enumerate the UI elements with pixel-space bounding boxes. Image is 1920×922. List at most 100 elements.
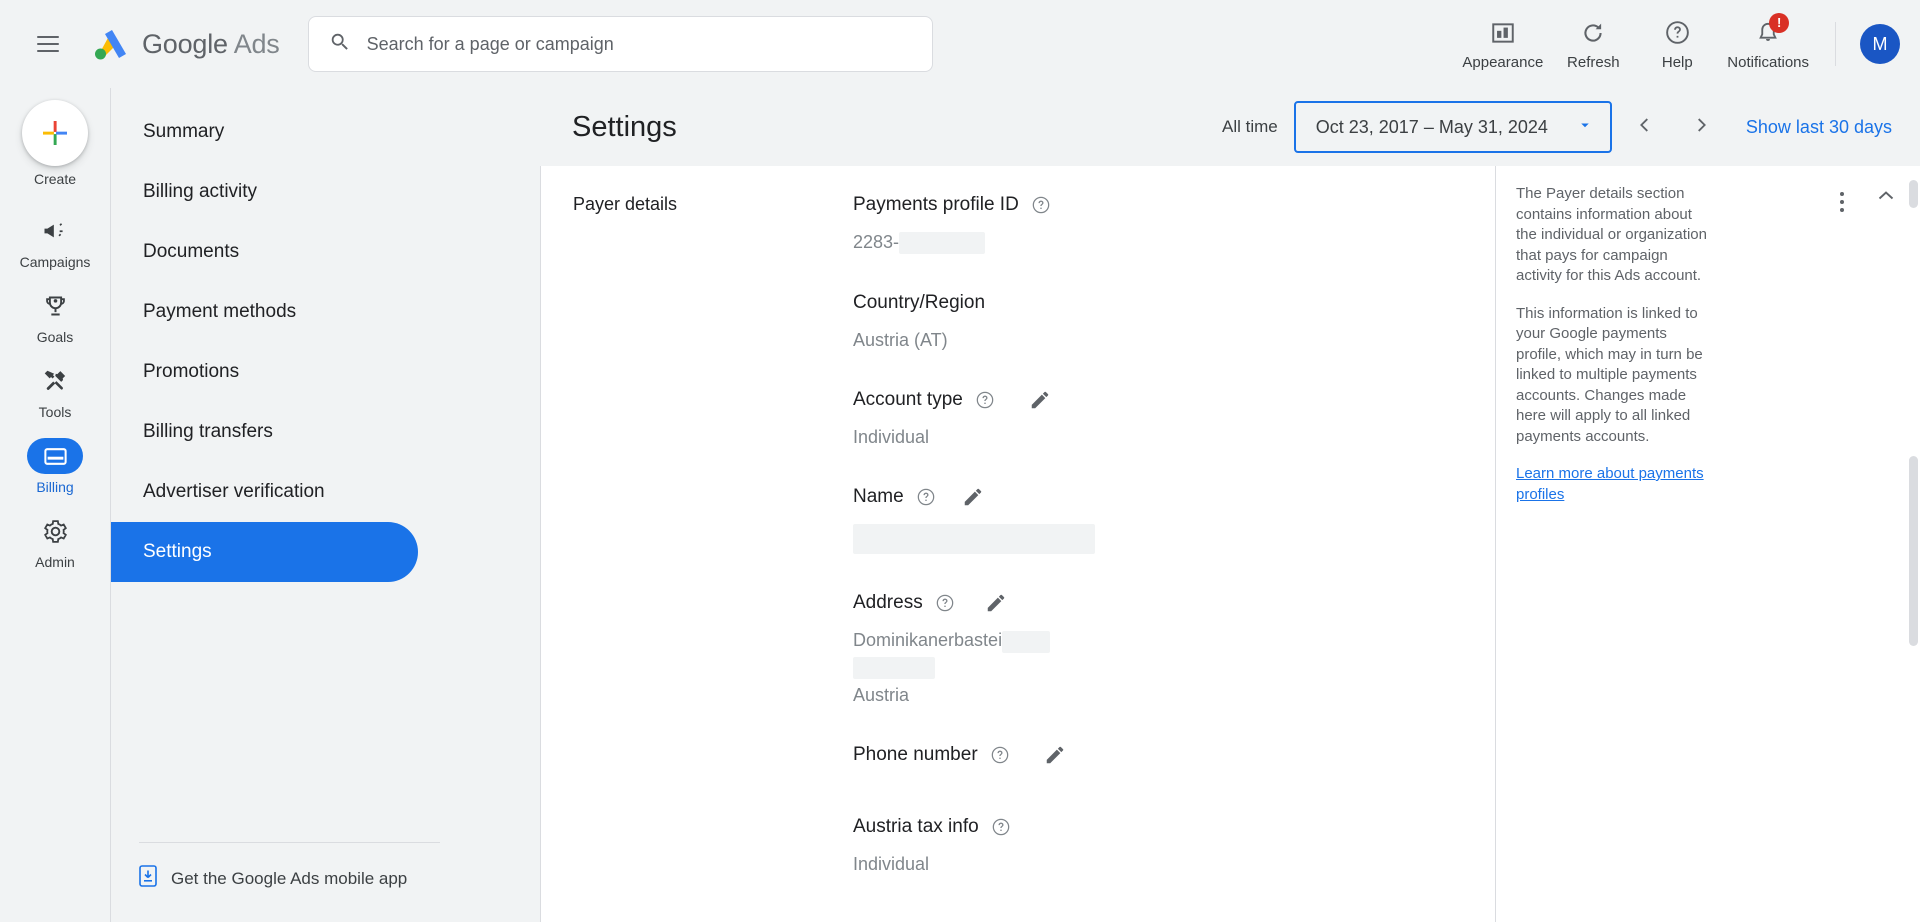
- edit-pencil-icon[interactable]: [962, 486, 984, 508]
- field-label: Country/Region: [853, 292, 986, 314]
- notifications-button[interactable]: ! Notifications: [1719, 12, 1817, 71]
- payer-details-section-header: Payer details: [541, 166, 853, 922]
- info-panel-actions: [1828, 182, 1898, 922]
- help-icon[interactable]: [935, 593, 955, 613]
- subnav-item-billing-transfers[interactable]: Billing transfers: [111, 402, 418, 462]
- notifications-bell-icon: !: [1755, 12, 1790, 48]
- subnav-item-advertiser-verification[interactable]: Advertiser verification: [111, 462, 418, 522]
- field-value: 2283-: [853, 232, 1495, 255]
- hamburger-menu-icon[interactable]: [24, 20, 72, 68]
- top-app-bar: Google Ads Appeara: [0, 0, 1920, 88]
- rail-item-tools[interactable]: Tools: [0, 363, 110, 420]
- rail-label-campaigns: Campaigns: [19, 254, 91, 270]
- more-options-icon[interactable]: [1828, 184, 1856, 220]
- field-label: Account type: [853, 389, 963, 411]
- google-ads-billing-settings-page: Google Ads Appeara: [0, 0, 1920, 922]
- payer-details-card: Payer details Payments profile ID 2283- …: [540, 166, 1920, 922]
- help-icon[interactable]: [1031, 195, 1051, 215]
- page-scrollbar-thumb-top[interactable]: [1909, 180, 1918, 208]
- info-paragraph-2: This information is linked to your Googl…: [1516, 304, 1703, 445]
- brand-google: Google: [142, 28, 228, 59]
- field-value: [853, 524, 1495, 555]
- subnav-item-settings[interactable]: Settings: [111, 522, 418, 582]
- date-range-text: Oct 23, 2017 – May 31, 2024: [1315, 116, 1548, 137]
- google-ads-logo-icon: [92, 27, 132, 61]
- avatar[interactable]: M: [1860, 24, 1900, 64]
- brand-wordmark: Google Ads: [142, 29, 280, 60]
- rail-item-campaigns[interactable]: Campaigns: [0, 213, 110, 270]
- search-icon: [329, 31, 351, 58]
- help-icon[interactable]: [990, 745, 1010, 765]
- help-button[interactable]: Help: [1635, 18, 1719, 71]
- field-value: Dominikanerbastei: [853, 630, 1495, 653]
- redacted-value: [899, 232, 986, 255]
- field-phone-number: Phone number: [853, 740, 1495, 770]
- rail-item-create[interactable]: Create: [0, 100, 110, 187]
- date-preset-label: All time: [1222, 117, 1278, 136]
- refresh-label: Refresh: [1567, 53, 1620, 71]
- campaigns-megaphone-icon: [27, 213, 83, 249]
- subnav-item-billing-activity[interactable]: Billing activity: [111, 162, 418, 222]
- address-line-2: [853, 656, 1495, 679]
- appearance-button[interactable]: Appearance: [1454, 18, 1551, 71]
- field-austria-tax-info: Austria tax info Individual: [853, 812, 1495, 875]
- rail-item-billing[interactable]: Billing: [0, 438, 110, 495]
- rail-label-billing: Billing: [36, 479, 74, 495]
- learn-more-link[interactable]: Learn more about payments profiles: [1516, 465, 1704, 503]
- field-label: Name: [853, 486, 904, 508]
- field-label: Address: [853, 592, 923, 614]
- next-period-button[interactable]: [1678, 104, 1724, 150]
- chevron-up-icon[interactable]: [1874, 184, 1898, 208]
- help-icon[interactable]: [916, 487, 936, 507]
- previous-period-button[interactable]: [1622, 104, 1668, 150]
- appearance-icon: [1490, 18, 1516, 48]
- refresh-button[interactable]: Refresh: [1551, 18, 1635, 71]
- search-input[interactable]: [366, 33, 912, 55]
- search-box[interactable]: [307, 16, 933, 72]
- date-range-selector[interactable]: Oct 23, 2017 – May 31, 2024: [1293, 101, 1612, 153]
- toolbar-divider: [1835, 22, 1836, 66]
- edit-pencil-icon[interactable]: [985, 592, 1007, 614]
- subnav-item-documents[interactable]: Documents: [111, 222, 418, 282]
- chevron-right-icon: [1690, 114, 1712, 141]
- billing-card-icon: [27, 438, 83, 474]
- edit-pencil-icon[interactable]: [1044, 744, 1066, 766]
- page-scrollbar-thumb[interactable]: [1909, 456, 1918, 646]
- field-value: Austria (AT): [853, 330, 948, 351]
- tools-wrench-icon: [27, 363, 83, 399]
- brand-ads: Ads: [233, 28, 280, 59]
- google-ads-brand[interactable]: Google Ads: [92, 27, 280, 61]
- field-name: Name: [853, 482, 1495, 555]
- help-icon[interactable]: [991, 817, 1011, 837]
- field-address: Address Dominikanerbastei Austria: [853, 588, 1495, 706]
- subnav-item-payment-methods[interactable]: Payment methods: [111, 282, 418, 342]
- billing-secondary-nav: Summary Billing activity Documents Payme…: [110, 88, 540, 922]
- field-label: Phone number: [853, 743, 978, 765]
- field-country-region: Country/Region Austria (AT): [853, 288, 1495, 351]
- help-icon[interactable]: [975, 390, 995, 410]
- field-label: Austria tax info: [853, 815, 979, 837]
- refresh-icon: [1580, 18, 1606, 48]
- edit-pencil-icon[interactable]: [1029, 389, 1051, 411]
- rail-label-tools: Tools: [38, 404, 72, 420]
- help-icon: [1664, 18, 1691, 48]
- goals-trophy-icon: [27, 288, 83, 324]
- help-label: Help: [1661, 53, 1693, 71]
- appearance-label: Appearance: [1462, 53, 1544, 71]
- field-value: Individual: [853, 853, 930, 874]
- subnav-list: Summary Billing activity Documents Payme…: [111, 88, 540, 842]
- subnav-item-summary[interactable]: Summary: [111, 102, 418, 162]
- page-title: Settings: [572, 110, 677, 143]
- rail-item-admin[interactable]: Admin: [0, 513, 110, 570]
- mobile-app-link[interactable]: Get the Google Ads mobile app: [139, 842, 440, 922]
- rail-item-goals[interactable]: Goals: [0, 288, 110, 345]
- subnav-item-promotions[interactable]: Promotions: [111, 342, 418, 402]
- show-last-30-days-link[interactable]: Show last 30 days: [1746, 117, 1892, 138]
- payer-details-fields: Payments profile ID 2283- Country/Region…: [853, 166, 1495, 922]
- field-account-type: Account type Individual: [853, 385, 1495, 448]
- profile-id-prefix: 2283-: [853, 232, 900, 252]
- primary-nav-rail: Create Campaigns Goals Tools Billing Adm…: [0, 88, 110, 922]
- main-content: Settings All time Oct 23, 2017 – May 31,…: [540, 88, 1920, 922]
- field-payments-profile-id: Payments profile ID 2283-: [853, 190, 1495, 255]
- address-line-3: Austria: [853, 684, 910, 705]
